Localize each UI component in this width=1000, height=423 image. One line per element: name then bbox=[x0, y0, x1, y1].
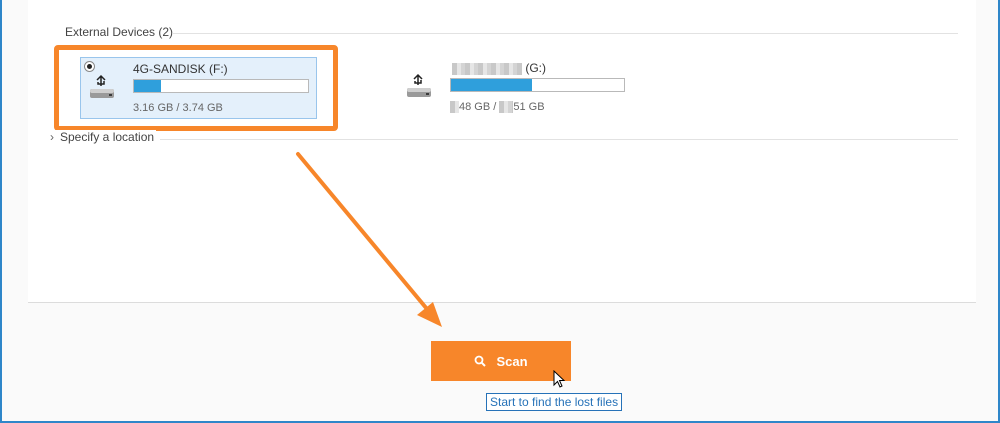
search-icon bbox=[475, 355, 487, 367]
scan-button-label: Scan bbox=[496, 353, 528, 369]
scan-tooltip: Start to find the lost files bbox=[486, 393, 623, 411]
mouse-cursor-icon bbox=[553, 370, 566, 388]
scan-button[interactable]: Scan bbox=[431, 341, 571, 381]
